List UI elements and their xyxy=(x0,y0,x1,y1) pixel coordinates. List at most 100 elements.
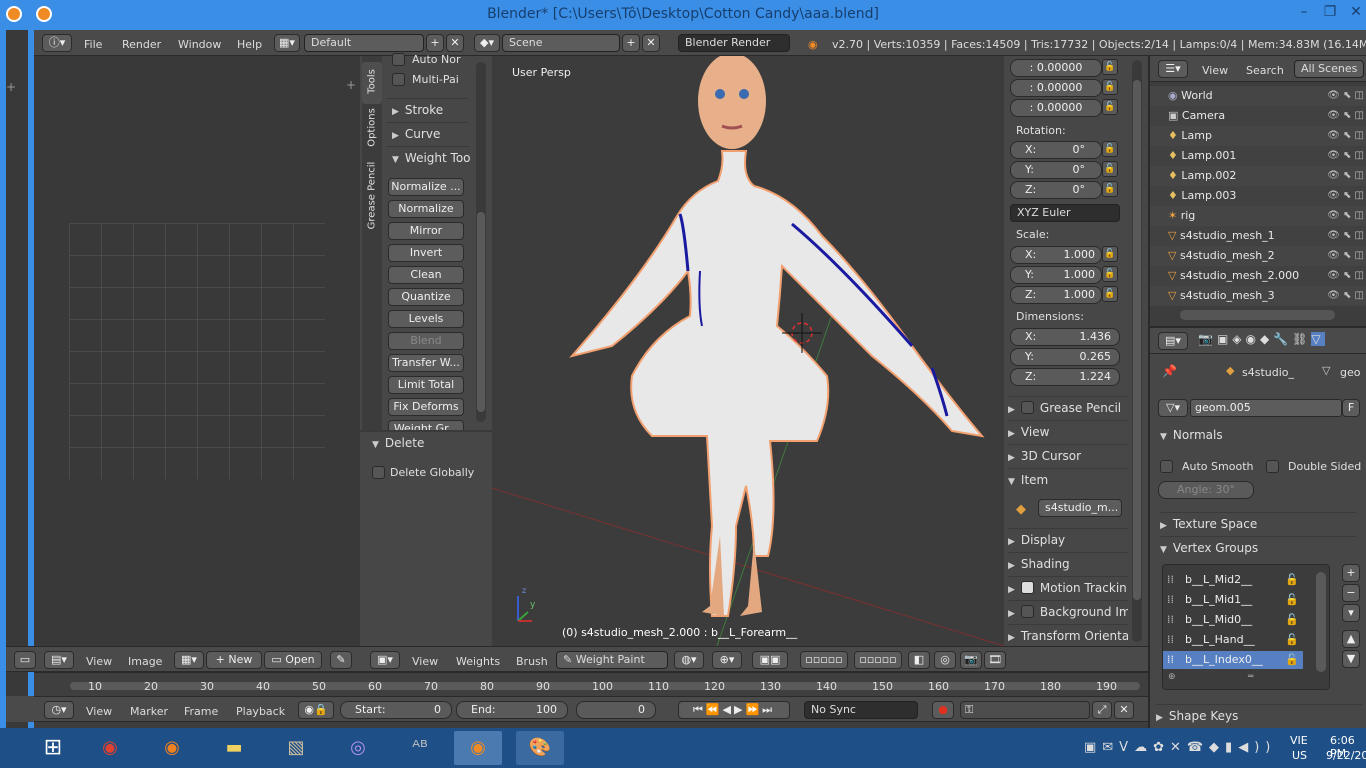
close-button[interactable]: ✕ xyxy=(1344,4,1366,20)
image-browse-button[interactable]: ▦▾ xyxy=(174,651,204,669)
firefox-icon[interactable]: ◉ xyxy=(148,731,196,765)
lock-icon[interactable]: 🔓 xyxy=(1102,79,1118,95)
transfer-weights-button[interactable]: Transfer W... xyxy=(388,354,464,372)
chrome-icon[interactable]: ◉ xyxy=(86,731,134,765)
outliner-visibility-icons[interactable]: 👁 ⬉ ◫ 👁 ⬉ ◫ 👁 ⬉ ◫ 👁 ⬉ ◫ 👁 ⬉ ◫ 👁 ⬉ ◫ 👁 ⬉ ◫ 👁 ⬉ ◫… xyxy=(1318,86,1364,306)
fake-user-button[interactable]: F xyxy=(1342,399,1360,417)
playback-menu[interactable]: Playback xyxy=(236,705,285,718)
mirror-button[interactable]: Mirror xyxy=(388,222,464,240)
remove-layout-button[interactable]: ✕ xyxy=(446,34,464,52)
properties-editor-type[interactable]: ▤▾ xyxy=(1158,332,1188,350)
auto-smooth-checkbox[interactable] xyxy=(1160,460,1173,473)
timeline-view-menu[interactable]: View xyxy=(86,705,112,718)
levels-button[interactable]: Levels xyxy=(388,310,464,328)
editor-type-button[interactable]: ⓘ▾ xyxy=(42,34,72,52)
tool-shelf-scrollbar[interactable] xyxy=(476,62,486,422)
view-panel[interactable]: ▶ View xyxy=(1008,420,1128,442)
vertex-groups-panel[interactable]: ▼ Vertex Groups xyxy=(1160,536,1356,555)
vertex-group-item[interactable]: ⁞⁞ b__L_Mid2__ 🔓 xyxy=(1163,571,1303,589)
move-down-button[interactable]: ▼ xyxy=(1342,650,1360,668)
background-images-panel[interactable]: ▶ Background Im xyxy=(1008,600,1128,622)
file-explorer-icon[interactable]: ▬ xyxy=(210,731,258,765)
mesh-name-field[interactable]: geom.005 xyxy=(1190,399,1342,417)
viewport-shading-button[interactable]: ◍▾ xyxy=(674,651,704,669)
new-image-button[interactable]: + New xyxy=(206,651,262,669)
brush-menu[interactable]: Brush xyxy=(516,655,548,668)
delete-panel-title[interactable]: ▼ Delete xyxy=(372,436,424,450)
pin-image-icon[interactable]: ✎ xyxy=(330,651,352,669)
weights-menu[interactable]: Weights xyxy=(456,655,500,668)
app-icon-swirl[interactable]: ◎ xyxy=(334,731,382,765)
invert-button[interactable]: Invert xyxy=(388,244,464,262)
pivot-point-button[interactable]: ⊕▾ xyxy=(712,651,742,669)
dimension-y[interactable]: Y: 0.265 xyxy=(1010,348,1120,366)
layout-icon[interactable]: ▦▾ xyxy=(274,34,300,52)
open-image-button[interactable]: ▭ Open xyxy=(264,651,322,669)
app-icon-fc[interactable]: ▧ xyxy=(272,731,320,765)
outliner-display-mode[interactable]: All Scenes xyxy=(1294,60,1364,78)
restore-button[interactable]: ❐ xyxy=(1318,4,1342,20)
transform-orientations-panel[interactable]: ▶ Transform Orienta xyxy=(1008,624,1128,646)
scale-x[interactable]: X: 1.000 xyxy=(1010,246,1102,264)
lock-icon[interactable]: 🔓 xyxy=(1102,141,1118,157)
normalize-button[interactable]: Normalize xyxy=(388,200,464,218)
keyframe-insert-icon[interactable]: ⤢ xyxy=(1092,701,1112,719)
properties-scrollbar[interactable] xyxy=(1132,60,1142,642)
menu-render[interactable]: Render xyxy=(122,38,161,51)
outliner-search-menu[interactable]: Search xyxy=(1246,64,1284,77)
system-tray-icons[interactable]: ▣✉V☁✿✕☎◆▮◀)) xyxy=(1084,740,1276,755)
list-grip-icon[interactable]: ═ xyxy=(1248,672,1253,682)
3d-view-menu[interactable]: View xyxy=(412,655,438,668)
scale-z[interactable]: Z: 1.000 xyxy=(1010,286,1102,304)
display-panel[interactable]: ▶ Display xyxy=(1008,528,1128,550)
vertex-group-item-selected[interactable]: ⁞⁞ b__L_Index0__ 🔓 xyxy=(1163,651,1303,669)
current-frame-field[interactable]: 0 xyxy=(576,701,656,719)
render-anim-icon[interactable]: 🎞 xyxy=(984,651,1006,669)
vertex-group-item[interactable]: ⁞⁞ b__L_Mid1__ 🔓 xyxy=(1163,591,1303,609)
sync-mode-dropdown[interactable]: No Sync xyxy=(804,701,918,719)
fix-deforms-button[interactable]: Fix Deforms xyxy=(388,398,464,416)
3d-viewport[interactable]: User Persp z y (0) s4studio_mesh_2.000:… xyxy=(492,56,1004,646)
dimension-z[interactable]: Z: 1.224 xyxy=(1010,368,1120,386)
item-panel[interactable]: ▼ Item xyxy=(1008,468,1128,490)
auto-nor-checkbox[interactable] xyxy=(392,53,405,66)
rotation-z[interactable]: Z: 0° xyxy=(1010,181,1102,199)
mode-dropdown[interactable]: ✎ Weight Paint xyxy=(556,651,668,669)
object-name-field[interactable]: s4studio_m... xyxy=(1038,499,1122,517)
keyframe-delete-icon[interactable]: ✕ xyxy=(1114,701,1134,719)
normalize-all-button[interactable]: Normalize ... xyxy=(388,178,464,196)
angle-field[interactable]: Angle: 30° xyxy=(1158,481,1254,499)
remove-vertex-group-button[interactable]: − xyxy=(1342,584,1360,602)
outliner-editor-type[interactable]: ☰▾ xyxy=(1158,60,1188,78)
left-expand-icon[interactable]: + xyxy=(6,80,16,94)
minimize-button[interactable]: – xyxy=(1292,4,1316,20)
blend-button[interactable]: Blend xyxy=(388,332,464,350)
stroke-panel[interactable]: ▶ Stroke xyxy=(386,98,468,120)
move-up-button[interactable]: ▲ xyxy=(1342,630,1360,648)
scene-icon[interactable]: ◆▾ xyxy=(474,34,500,52)
marker-menu[interactable]: Marker xyxy=(130,705,168,718)
multi-paint-checkbox[interactable] xyxy=(392,73,405,86)
dimension-x[interactable]: X: 1.436 xyxy=(1010,328,1120,346)
expand-icon[interactable]: + xyxy=(346,78,356,92)
windows-start-icon[interactable]: ⊞ xyxy=(28,731,78,765)
shape-keys-panel[interactable]: ▶ Shape Keys xyxy=(1156,704,1362,723)
vertex-group-specials-button[interactable]: ▾ xyxy=(1342,604,1360,622)
rotation-mode-dropdown[interactable]: XYZ Euler xyxy=(1010,204,1120,222)
weight-gradient-button[interactable]: Weight Gr... xyxy=(388,420,464,430)
tab-tools[interactable]: Tools xyxy=(362,62,382,104)
location-x[interactable]: : 0.00000 xyxy=(1010,59,1102,77)
lock-icon[interactable]: 🔓 xyxy=(1102,181,1118,197)
menu-file[interactable]: File xyxy=(84,38,102,51)
tab-grease-pencil[interactable]: Grease Pencil xyxy=(362,156,382,236)
layer-buttons-2[interactable]: ▫▫▫▫▫ xyxy=(854,651,902,669)
face-mask-buttons[interactable]: ▣▣ xyxy=(752,651,788,669)
paint-icon[interactable]: 🎨 xyxy=(516,731,564,765)
render-icon[interactable]: 📷 xyxy=(960,651,982,669)
normals-panel-title[interactable]: ▼ Normals xyxy=(1160,428,1223,442)
3d-cursor-panel[interactable]: ▶ 3D Cursor xyxy=(1008,444,1128,466)
delete-globally-checkbox[interactable] xyxy=(372,466,385,479)
properties-context-tabs[interactable]: 📷▣◈◉◆🔧⛓▽ xyxy=(1198,332,1366,350)
blender-taskbar-icon[interactable]: ◉ xyxy=(454,731,502,765)
end-frame-field[interactable]: End: 100 xyxy=(456,701,568,719)
